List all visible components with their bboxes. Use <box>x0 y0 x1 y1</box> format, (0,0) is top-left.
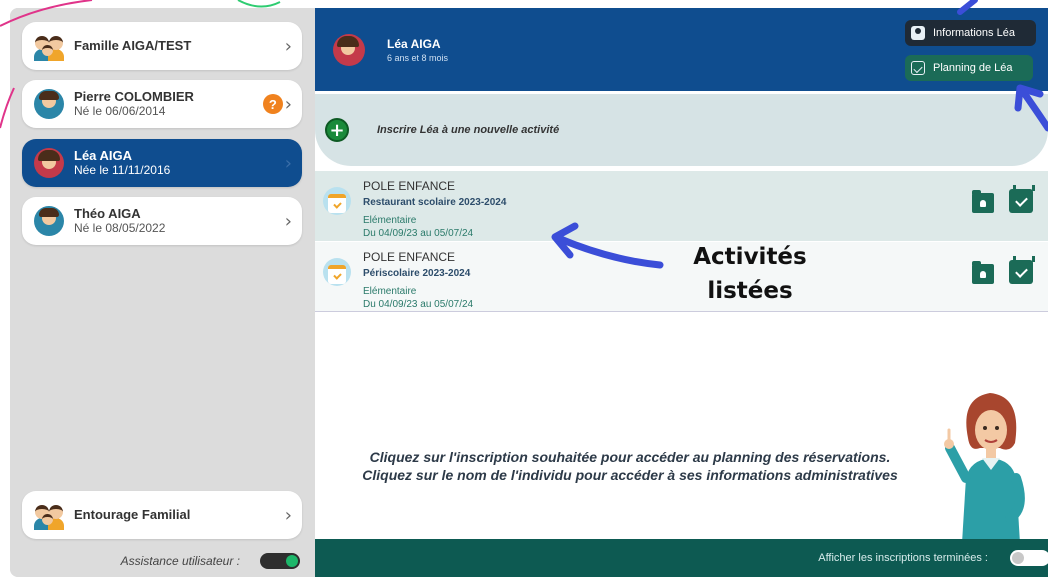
sidebar: Famille AIGA/TEST › Pierre COLOMBIER Né … <box>10 8 312 577</box>
informations-button-label: Informations Léa <box>933 27 1015 39</box>
instructions-line-1: Cliquez sur l'inscription souhaitée pour… <box>369 449 891 465</box>
chevron-right-icon: › <box>284 504 292 526</box>
child-avatar-icon <box>34 89 64 119</box>
annotation-line-2: listées <box>707 278 793 304</box>
folder-user-icon[interactable] <box>972 261 994 284</box>
sidebar-item-lea[interactable]: Léa AIGA Née le 11/11/2016 › <box>22 139 302 187</box>
user-card-icon <box>911 26 925 40</box>
assistance-label: Assistance utilisateur : <box>120 553 240 568</box>
plus-icon: + <box>325 118 349 142</box>
activity-level: Elémentaire <box>363 286 417 297</box>
footer-bar: Afficher les inscriptions terminées : <box>315 539 1048 577</box>
activity-row-restaurant[interactable]: POLE ENFANCE Restaurant scolaire 2023-20… <box>315 171 1048 241</box>
calendar-check-icon <box>911 61 925 75</box>
child-age: 6 ans et 8 mois <box>387 53 449 63</box>
child-header: Léa AIGA 6 ans et 8 mois Informations Lé… <box>315 8 1048 91</box>
informations-button[interactable]: Informations Léa <box>905 20 1036 46</box>
assistance-toggle[interactable] <box>260 552 300 569</box>
family-icon <box>34 31 64 61</box>
member-name: Léa AIGA <box>74 148 133 163</box>
annotation-line-1: Activités <box>693 244 807 270</box>
girl-avatar-icon <box>34 148 64 178</box>
sidebar-item-entourage[interactable]: Entourage Familial › <box>22 491 302 539</box>
chevron-right-icon: › <box>284 152 292 174</box>
girl-avatar-icon <box>333 34 365 66</box>
activity-title: Restaurant scolaire 2023-2024 <box>363 197 507 208</box>
sidebar-item-theo[interactable]: Théo AIGA Né le 08/05/2022 › <box>22 197 302 245</box>
calendar-activity-icon <box>323 187 351 215</box>
family-icon <box>34 500 64 530</box>
sidebar-item-pierre[interactable]: Pierre COLOMBIER Né le 06/06/2014 ? › <box>22 80 302 128</box>
calendar-check-icon[interactable] <box>1009 185 1035 213</box>
help-badge-icon[interactable]: ? <box>262 94 283 114</box>
family-name: Famille AIGA/TEST <box>74 38 192 53</box>
chevron-right-icon: › <box>284 35 292 57</box>
entourage-label: Entourage Familial <box>74 507 191 522</box>
decor-curve-top <box>237 0 281 8</box>
app-window: Famille AIGA/TEST › Pierre COLOMBIER Né … <box>10 8 1048 577</box>
member-birthdate: Né le 06/06/2014 <box>74 104 166 118</box>
chevron-right-icon: › <box>284 93 292 115</box>
sidebar-item-family[interactable]: Famille AIGA/TEST › <box>22 22 302 70</box>
assistance-row: Assistance utilisateur : <box>10 544 312 577</box>
new-activity-label: Inscrire Léa à une nouvelle activité <box>377 124 560 136</box>
show-finished-toggle[interactable] <box>1010 550 1048 566</box>
planning-button[interactable]: Planning de Léa <box>905 55 1033 81</box>
member-name: Théo AIGA <box>74 206 141 221</box>
instructions-line-2: Cliquez sur le nom de l'individu pour ac… <box>362 467 898 483</box>
activity-level: Elémentaire <box>363 215 417 226</box>
assistant-mascot-illustration <box>944 393 1025 543</box>
show-finished-label: Afficher les inscriptions terminées : <box>818 552 988 564</box>
calendar-activity-icon <box>323 258 351 286</box>
activity-title: Périscolaire 2023-2024 <box>363 268 471 279</box>
activity-dates: Du 04/09/23 au 05/07/24 <box>363 299 474 310</box>
activity-dates: Du 04/09/23 au 05/07/24 <box>363 228 474 239</box>
annotation-label: Activités listées <box>672 240 828 308</box>
member-name: Pierre COLOMBIER <box>74 89 194 104</box>
member-birthdate: Née le 11/11/2016 <box>74 163 171 177</box>
child-avatar-icon <box>34 206 64 236</box>
chevron-right-icon: › <box>284 210 292 232</box>
activity-pole: POLE ENFANCE <box>363 179 456 193</box>
member-birthdate: Né le 08/05/2022 <box>74 221 166 235</box>
child-name: Léa AIGA <box>387 37 441 51</box>
planning-button-label: Planning de Léa <box>933 62 1013 74</box>
instructions-text: Cliquez sur l'inscription souhaitée pour… <box>325 448 935 484</box>
activity-pole: POLE ENFANCE <box>363 250 456 264</box>
new-activity-button[interactable]: + Inscrire Léa à une nouvelle activité <box>315 94 1048 166</box>
calendar-check-icon[interactable] <box>1009 256 1035 284</box>
folder-user-icon[interactable] <box>972 190 994 213</box>
